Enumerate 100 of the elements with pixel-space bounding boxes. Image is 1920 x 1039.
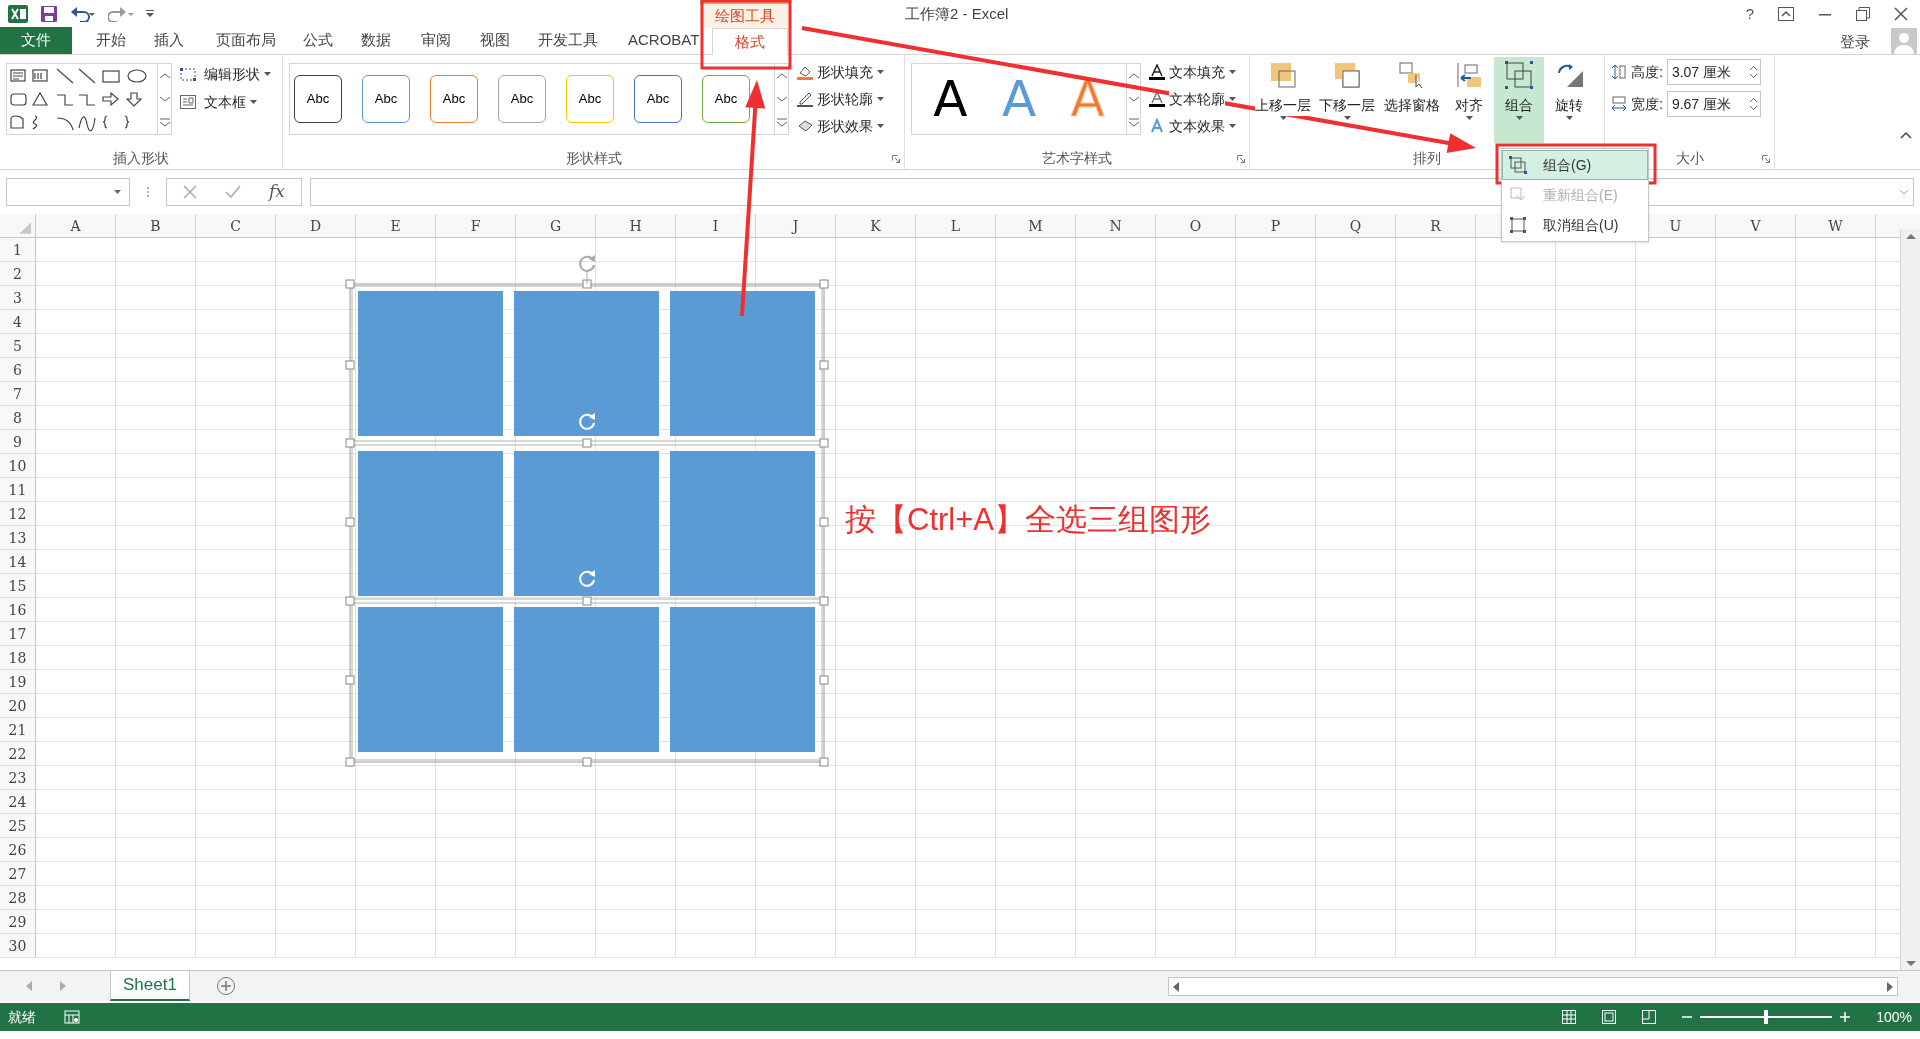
column-header[interactable]: L: [916, 214, 996, 237]
caret-icon[interactable]: [250, 100, 257, 104]
help-button[interactable]: ?: [1745, 2, 1754, 26]
next-sheet-icon[interactable]: [60, 981, 66, 991]
row-header[interactable]: 29: [0, 910, 36, 933]
page-layout-icon[interactable]: [1602, 1010, 1617, 1024]
formula-input[interactable]: [309, 178, 1914, 206]
collapse-ribbon-icon[interactable]: [1900, 131, 1912, 139]
ribbon-display-icon[interactable]: [1778, 7, 1794, 21]
row-header[interactable]: 11: [0, 478, 36, 501]
row-header[interactable]: 8: [0, 406, 36, 429]
dialog-launcher-icon[interactable]: [892, 155, 900, 163]
zoom-level[interactable]: 100%: [1876, 1006, 1912, 1028]
column-header[interactable]: Q: [1316, 214, 1396, 237]
curve-shape-icon[interactable]: [78, 116, 96, 132]
slider-thumb[interactable]: [1764, 1010, 1769, 1024]
row-header[interactable]: 12: [0, 502, 36, 525]
left-brace-shape-icon[interactable]: [102, 115, 108, 129]
caret-icon[interactable]: [877, 70, 884, 74]
enter-icon[interactable]: [225, 185, 241, 199]
spin-icon[interactable]: [1749, 98, 1757, 110]
row-header[interactable]: 30: [0, 934, 36, 957]
sign-in-link[interactable]: 登录: [1840, 31, 1870, 54]
row-header[interactable]: 15: [0, 574, 36, 597]
shape-fill-button[interactable]: 形状填充: [797, 61, 884, 83]
ribbon-tab[interactable]: ACROBAT: [620, 27, 708, 54]
row-header[interactable]: 2: [0, 262, 36, 285]
ribbon-tab[interactable]: 开始: [88, 27, 134, 54]
caret-icon[interactable]: [114, 190, 121, 194]
ribbon-tab[interactable]: 格式: [712, 28, 788, 55]
spin-icon[interactable]: [1749, 66, 1757, 78]
ribbon-tab[interactable]: 文件: [0, 27, 72, 54]
scroll-right-icon[interactable]: [1887, 981, 1893, 992]
shape-style-preset[interactable]: Abc: [294, 75, 342, 123]
caret-icon[interactable]: [264, 72, 271, 76]
rectangle-shape-icon[interactable]: [102, 70, 120, 83]
ribbon-tab[interactable]: 插入: [146, 27, 192, 54]
normal-view-icon[interactable]: [1562, 1010, 1577, 1024]
row-header[interactable]: 5: [0, 334, 36, 357]
scroll-up-icon[interactable]: [1905, 233, 1916, 239]
column-header[interactable]: W: [1796, 214, 1876, 237]
zoom-slider[interactable]: [1700, 1010, 1833, 1024]
row-header[interactable]: 7: [0, 382, 36, 405]
row-header[interactable]: 18: [0, 646, 36, 669]
right-brace-shape-icon[interactable]: [124, 115, 130, 129]
oval-shape-icon[interactable]: [127, 69, 147, 83]
row-header[interactable]: 21: [0, 718, 36, 741]
arrange-button[interactable]: 上移一层: [1252, 57, 1314, 143]
row-header[interactable]: 23: [0, 766, 36, 789]
row-header[interactable]: 6: [0, 358, 36, 381]
ribbon-tab[interactable]: 数据: [353, 27, 399, 54]
arrange-button[interactable]: 对齐: [1444, 57, 1494, 143]
column-header[interactable]: R: [1396, 214, 1476, 237]
scribble-shape-icon[interactable]: [32, 115, 38, 130]
shape-style-preset[interactable]: Abc: [430, 75, 478, 123]
row-header[interactable]: 28: [0, 886, 36, 909]
shape-style-preset[interactable]: Abc: [702, 75, 750, 123]
shape-style-preset[interactable]: Abc: [634, 75, 682, 123]
shape-style-preset[interactable]: Abc: [566, 75, 614, 123]
elbow-connector-shape-icon[interactable]: [56, 94, 74, 106]
down-arrow-shape-icon[interactable]: [125, 92, 143, 107]
sheet-tab[interactable]: Sheet1: [110, 970, 190, 1001]
dialog-launcher-icon[interactable]: [1762, 155, 1770, 163]
row-header[interactable]: 16: [0, 598, 36, 621]
row-header[interactable]: 3: [0, 286, 36, 309]
add-sheet-icon[interactable]: [215, 976, 236, 996]
row-header[interactable]: 26: [0, 838, 36, 861]
redo-icon[interactable]: [108, 6, 134, 22]
row-header[interactable]: 24: [0, 790, 36, 813]
arrange-button[interactable]: 选择窗格: [1380, 57, 1444, 143]
shape-gallery[interactable]: [6, 63, 172, 135]
scroll-down-icon[interactable]: [1905, 961, 1916, 967]
insert-function-button[interactable]: fx: [269, 179, 285, 205]
row-header[interactable]: 13: [0, 526, 36, 549]
column-header[interactable]: C: [196, 214, 276, 237]
caret-icon[interactable]: [1515, 116, 1523, 120]
triangle-shape-icon[interactable]: [31, 91, 49, 106]
column-header[interactable]: O: [1156, 214, 1236, 237]
menu-item[interactable]: 组合(G): [1502, 150, 1648, 180]
row-header[interactable]: 9: [0, 430, 36, 453]
dialog-launcher-icon[interactable]: [1237, 155, 1245, 163]
freeform-shape-icon[interactable]: [10, 115, 24, 129]
arc-shape-icon[interactable]: [56, 117, 74, 131]
wordart-style-preset[interactable]: A: [933, 69, 968, 129]
arrange-button[interactable]: 组合: [1494, 57, 1544, 143]
column-header[interactable]: P: [1236, 214, 1316, 237]
caret-icon[interactable]: [877, 97, 884, 101]
page-break-icon[interactable]: [1642, 1010, 1657, 1024]
column-header[interactable]: N: [1076, 214, 1156, 237]
customize-toolbar-icon[interactable]: [146, 10, 154, 18]
column-header[interactable]: H: [596, 214, 676, 237]
horizontal-scrollbar[interactable]: [1168, 977, 1898, 996]
shape-width-field[interactable]: 9.67 厘米: [1666, 91, 1761, 117]
vertical-text-box-shape-icon[interactable]: [32, 69, 48, 82]
row-header[interactable]: 1: [0, 238, 36, 261]
row-header[interactable]: 19: [0, 670, 36, 693]
macro-record-icon[interactable]: [64, 1010, 80, 1024]
restore-icon[interactable]: [1856, 7, 1870, 21]
zoom-in-icon[interactable]: [1840, 1012, 1851, 1022]
scroll-left-icon[interactable]: [1173, 981, 1179, 992]
